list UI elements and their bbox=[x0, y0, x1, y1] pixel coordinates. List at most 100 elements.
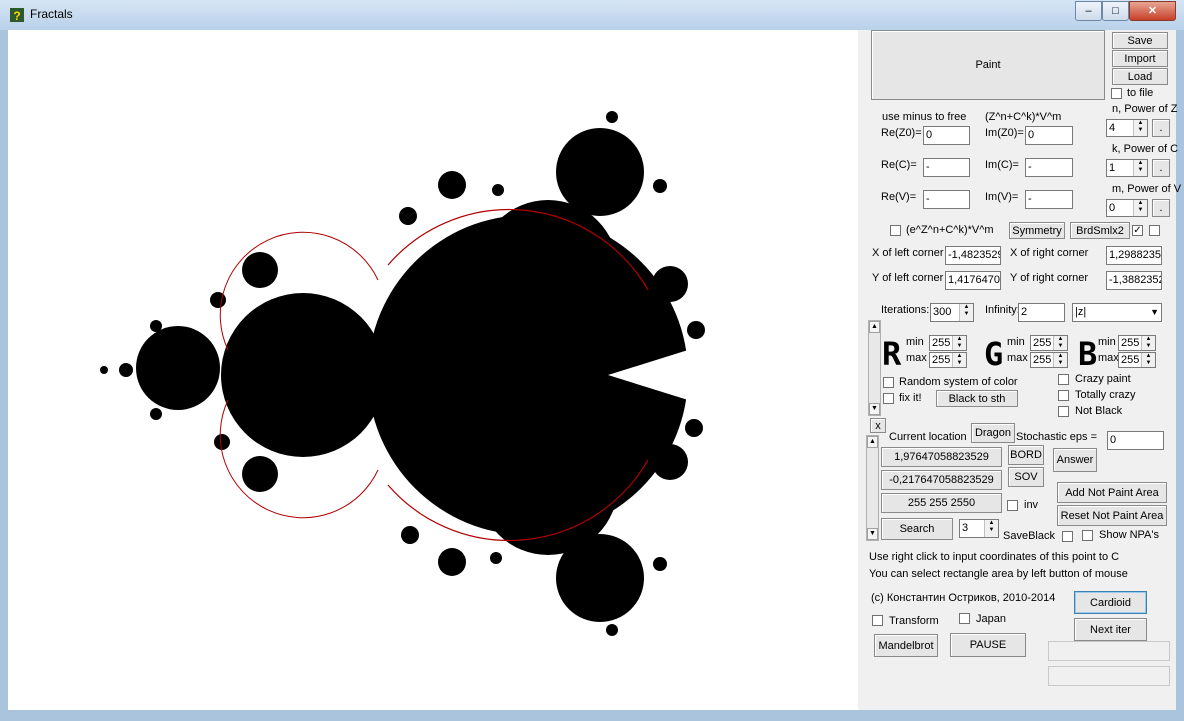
stochastic-input[interactable]: 0 bbox=[1107, 431, 1164, 450]
coord-x-button[interactable]: 1,97647058823529 bbox=[881, 447, 1002, 467]
r-max-spinner[interactable]: 255 ▲ ▼ bbox=[929, 352, 967, 368]
inv-label: inv bbox=[1024, 499, 1039, 511]
x-right-label: X of right corner bbox=[1010, 247, 1089, 259]
g-max-spinner[interactable]: 255 ▲ ▼ bbox=[1030, 352, 1068, 368]
import-button[interactable]: Import bbox=[1112, 50, 1168, 67]
spin-arrows-icon[interactable]: ▲ ▼ bbox=[984, 520, 998, 537]
rgb-value-button[interactable]: 255 255 2550 bbox=[881, 493, 1002, 513]
japan-checkbox[interactable] bbox=[959, 613, 970, 624]
infinity-input[interactable]: 2 bbox=[1018, 303, 1065, 322]
stochastic-label: Stochastic eps = bbox=[1016, 431, 1098, 443]
close-section-button[interactable]: x bbox=[870, 418, 886, 433]
sov-button[interactable]: SOV bbox=[1008, 467, 1044, 487]
saveblack-checkbox[interactable] bbox=[1062, 531, 1073, 542]
maximize-button[interactable]: □ bbox=[1102, 1, 1129, 21]
bord-button[interactable]: BORD bbox=[1008, 445, 1044, 465]
reset-npa-button[interactable]: Reset Not Paint Area bbox=[1057, 505, 1167, 526]
re-v-input[interactable]: - bbox=[923, 190, 970, 209]
to-file-checkbox[interactable] bbox=[1111, 88, 1122, 99]
spin-arrows-icon[interactable]: ▲ ▼ bbox=[1053, 336, 1067, 350]
spin-arrows-icon[interactable]: ▲ ▼ bbox=[952, 353, 966, 367]
to-file-label: to file bbox=[1127, 87, 1154, 99]
m-power-dot-button[interactable]: . bbox=[1152, 199, 1170, 217]
crazy-paint-label: Crazy paint bbox=[1075, 373, 1131, 385]
b-min-label: min bbox=[1098, 336, 1116, 348]
re-z0-input[interactable]: 0 bbox=[923, 126, 970, 145]
im-v-input[interactable]: - bbox=[1025, 190, 1073, 209]
svg-text:?: ? bbox=[13, 9, 20, 23]
im-c-input[interactable]: - bbox=[1025, 158, 1073, 177]
cardioid-button[interactable]: Cardioid bbox=[1074, 591, 1147, 614]
next-iter-button[interactable]: Next iter bbox=[1074, 618, 1147, 641]
g-min-spinner[interactable]: 255 ▲ ▼ bbox=[1030, 335, 1068, 351]
iterations-label: Iterations: bbox=[881, 304, 930, 316]
not-black-checkbox[interactable] bbox=[1058, 406, 1069, 417]
b-min-spinner[interactable]: 255 ▲ ▼ bbox=[1118, 335, 1156, 351]
y-left-input[interactable]: 1,4176470 bbox=[945, 271, 1001, 290]
coord-y-button[interactable]: -0,217647058823529 bbox=[881, 470, 1002, 490]
re-c-input[interactable]: - bbox=[923, 158, 970, 177]
load-button[interactable]: Load bbox=[1112, 68, 1168, 85]
n-power-spinner[interactable]: 4 ▲ ▼ bbox=[1106, 119, 1148, 137]
y-right-input[interactable]: -1,3882352 bbox=[1106, 271, 1162, 290]
spin-arrows-icon[interactable]: ▲ ▼ bbox=[1133, 200, 1147, 216]
crazy-paint-checkbox[interactable] bbox=[1058, 374, 1069, 385]
spin-arrows-icon[interactable]: ▲ ▼ bbox=[1133, 120, 1147, 136]
transform-checkbox[interactable] bbox=[872, 615, 883, 626]
location-scrollbar[interactable]: ▲ ▼ bbox=[866, 435, 879, 541]
save-button[interactable]: Save bbox=[1112, 32, 1168, 49]
spin-arrows-icon[interactable]: ▲ ▼ bbox=[1133, 160, 1147, 176]
spin-arrows-icon[interactable]: ▲ ▼ bbox=[952, 336, 966, 350]
g-min-value: 255 bbox=[1033, 337, 1052, 349]
close-button[interactable]: ✕ bbox=[1129, 1, 1176, 21]
spin-arrows-icon[interactable]: ▲ ▼ bbox=[1053, 353, 1067, 367]
brd-checkbox-checked[interactable]: ✓ bbox=[1132, 225, 1143, 236]
x-right-input[interactable]: 1,2988235 bbox=[1106, 246, 1162, 265]
im-v-label: Im(V)= bbox=[985, 191, 1019, 203]
r-min-spinner[interactable]: 255 ▲ ▼ bbox=[929, 335, 967, 351]
search-button[interactable]: Search bbox=[881, 518, 953, 540]
im-z0-input[interactable]: 0 bbox=[1025, 126, 1073, 145]
spin-arrows-icon[interactable]: ▲ ▼ bbox=[1141, 353, 1155, 367]
m-power-spinner[interactable]: 0 ▲ ▼ bbox=[1106, 199, 1148, 217]
copyright-label: (c) Константин Остриков, 2010-2014 bbox=[871, 592, 1056, 604]
show-npa-checkbox[interactable] bbox=[1082, 530, 1093, 541]
x-left-input[interactable]: -1,4823529 bbox=[945, 246, 1001, 265]
minimize-button[interactable]: – bbox=[1075, 1, 1102, 21]
infinity-label: Infinity: bbox=[985, 304, 1020, 316]
r-max-value: 255 bbox=[932, 354, 951, 366]
brdsmlx2-button[interactable]: BrdSmlx2 bbox=[1070, 222, 1130, 239]
norm-select[interactable]: |z| ▼ bbox=[1072, 303, 1162, 322]
control-panel: Paint Save Import Load to file use minus… bbox=[858, 30, 1181, 710]
totally-crazy-checkbox[interactable] bbox=[1058, 390, 1069, 401]
exp-checkbox[interactable] bbox=[890, 225, 901, 236]
pause-button[interactable]: PAUSE bbox=[950, 633, 1026, 657]
transform-label: Transform bbox=[889, 615, 939, 627]
color-scrollbar[interactable]: ▲ ▼ bbox=[868, 320, 881, 416]
scroll-down-icon[interactable]: ▼ bbox=[869, 403, 880, 415]
fractal-canvas[interactable] bbox=[8, 30, 858, 710]
brd-checkbox-2[interactable] bbox=[1149, 225, 1160, 236]
iterations-spinner[interactable]: 300 ▲ ▼ bbox=[930, 303, 974, 322]
k-power-spinner[interactable]: 1 ▲ ▼ bbox=[1106, 159, 1148, 177]
mandelbrot-button[interactable]: Mandelbrot bbox=[874, 634, 938, 657]
inv-checkbox[interactable] bbox=[1007, 500, 1018, 511]
answer-button[interactable]: Answer bbox=[1053, 448, 1097, 472]
mandelbrot-image bbox=[100, 111, 705, 636]
scroll-up-icon[interactable]: ▲ bbox=[867, 436, 878, 448]
scroll-up-icon[interactable]: ▲ bbox=[869, 321, 880, 333]
random-color-checkbox[interactable] bbox=[883, 377, 894, 388]
black-to-sth-button[interactable]: Black to sth bbox=[936, 390, 1018, 407]
n-power-dot-button[interactable]: . bbox=[1152, 119, 1170, 137]
add-npa-button[interactable]: Add Not Paint Area bbox=[1057, 482, 1167, 503]
fix-it-checkbox[interactable] bbox=[883, 393, 894, 404]
dragon-button[interactable]: Dragon bbox=[971, 423, 1015, 443]
scroll-down-icon[interactable]: ▼ bbox=[867, 528, 878, 540]
b-max-spinner[interactable]: 255 ▲ ▼ bbox=[1118, 352, 1156, 368]
paint-button[interactable]: Paint bbox=[871, 30, 1105, 100]
spin-arrows-icon[interactable]: ▲ ▼ bbox=[959, 304, 973, 321]
search-spinner[interactable]: 3 ▲ ▼ bbox=[959, 519, 999, 538]
symmetry-button[interactable]: Symmetry bbox=[1009, 222, 1065, 239]
spin-arrows-icon[interactable]: ▲ ▼ bbox=[1141, 336, 1155, 350]
k-power-dot-button[interactable]: . bbox=[1152, 159, 1170, 177]
